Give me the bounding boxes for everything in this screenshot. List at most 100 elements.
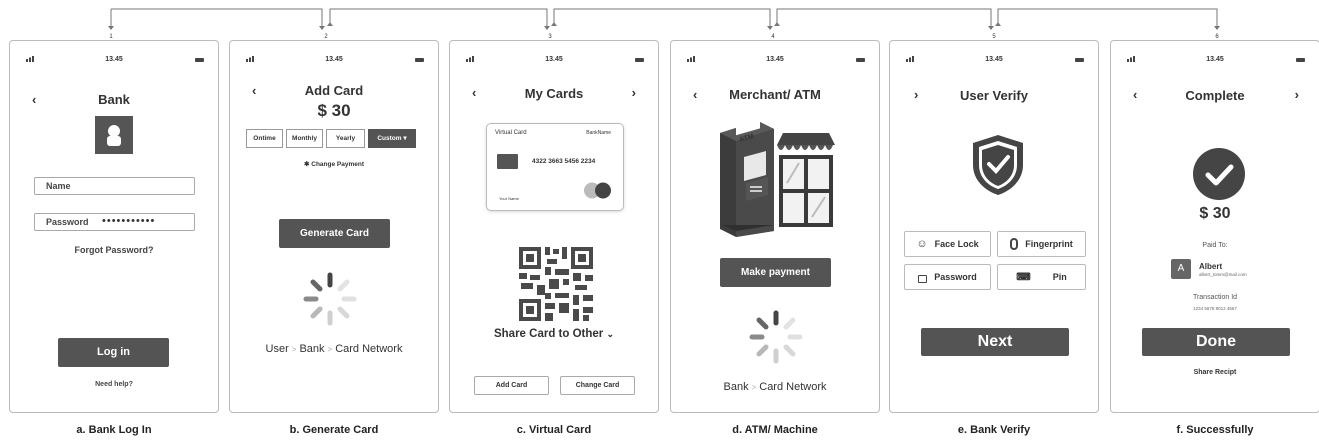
share-card-link[interactable]: Share Card to Other ⌄ [450,328,658,340]
option-yearly[interactable]: Yearly [326,129,365,148]
screen-title: Complete [1185,88,1245,103]
share-card-label: Share Card to Other [493,328,604,340]
status-time: 13.45 [325,56,343,63]
payee-email: albert_tomm@mail.com [1199,272,1247,277]
flow-step: Bank [299,343,325,355]
option-ontime[interactable]: Ontime [246,129,283,148]
name-label: Name [46,181,71,191]
pin-label: Pin [1052,272,1067,282]
flow-step: Card Network [759,381,827,393]
password-label: Password [46,217,89,227]
fingerprint-label: Fingerprint [1025,239,1073,249]
bank-name: BankName [586,130,611,136]
add-card-button[interactable]: Add Card [474,376,549,395]
login-button[interactable]: Log in [58,338,169,367]
status-bar: 13.45 [230,56,438,68]
change-payment-link[interactable]: ✱ Change Payment [230,160,438,168]
caption-a: a. Bank Log In [76,424,152,436]
qr-code-icon [519,247,593,321]
caption-b: b. Generate Card [289,424,379,436]
chevron-right-icon: > [751,383,757,392]
pin-pad-icon: ⌨ [1016,271,1031,283]
avatar: A [1171,259,1191,279]
status-bar: 13.45 [10,56,218,68]
battery-icon [1296,58,1305,62]
forward-icon[interactable]: › [632,85,636,100]
status-bar: 13.45 [450,56,658,68]
status-time: 13.45 [105,56,123,63]
shield-check-icon [973,135,1023,195]
screen-user-verify: 13.45 › User Verify ☺ Face Lock Fingerpr… [889,40,1099,413]
screen-title: Bank [98,92,130,107]
status-bar: 13.45 [671,56,879,68]
battery-icon [856,58,865,62]
change-payment-label: Change Payment [311,161,364,168]
screen-title: My Cards [524,86,584,101]
flow-step: Bank [723,381,749,393]
share-receipt-link[interactable]: Share Recipt [1111,369,1319,376]
screen-my-cards: 13.45 ‹ My Cards › Virtual Card BankName… [449,40,659,413]
screen-title: Add Card [304,83,364,98]
storefront-icon [777,133,835,227]
flow-step: User [265,343,289,355]
card-network-icon [584,182,611,199]
screen-title: Merchant/ ATM [729,87,821,102]
caption-f: f. Successfully [1176,424,1254,436]
loading-spinner-icon [749,310,803,364]
status-bar: 13.45 [890,56,1098,68]
make-payment-button[interactable]: Make payment [720,258,831,287]
screen-add-card: 13.45 ‹ Add Card $ 30 Ontime Monthly Yea… [229,40,439,413]
done-button[interactable]: Done [1142,328,1290,356]
card-label: Virtual Card [495,130,527,136]
amount: $ 30 [317,101,351,120]
screen-title: User Verify [960,88,1028,103]
name-field[interactable]: Name [34,177,195,195]
process-flow: User > Bank > Card Network [230,343,438,355]
option-monthly[interactable]: Monthly [286,129,323,148]
process-flow: Bank > Card Network [671,381,879,393]
step-connectors: 1 2 3 4 5 6 [108,8,1220,40]
need-help-link[interactable]: Need help? [10,381,218,388]
card-holder: Your Name [499,196,519,201]
status-bar: 13.45 [1111,56,1319,68]
lock-icon [918,275,928,283]
forgot-password-link[interactable]: Forgot Password? [10,245,218,255]
profile-avatar-icon [95,116,133,154]
transaction-id: 1234 5678 9012 4567 [1193,306,1237,311]
paid-to-label: Paid To: [1202,242,1228,249]
face-scan-icon: ☺ [916,238,928,250]
flow-step: Card Network [335,343,403,355]
caption-c: c. Virtual Card [516,424,592,436]
password-option-label: Password [934,272,977,282]
caption-e: e. Bank Verify [957,424,1031,436]
password-option[interactable]: Password [904,264,991,290]
amount: $ 30 [1199,205,1231,222]
loading-spinner-icon [303,272,357,326]
battery-icon [195,58,204,62]
battery-icon [415,58,424,62]
pin-option[interactable]: ⌨ Pin [997,264,1086,290]
password-value: ••••••••••• [102,215,156,227]
card-number: 4322 3663 5456 2234 [532,158,596,165]
face-lock-label: Face Lock [934,239,979,249]
status-time: 13.45 [985,56,1003,63]
fingerprint-option[interactable]: Fingerprint [997,231,1086,257]
fingerprint-icon [1010,238,1019,250]
chevron-right-icon: > [327,345,333,354]
chip-icon [497,154,518,169]
option-custom[interactable]: Custom ▾ [368,129,416,148]
status-time: 13.45 [1206,56,1224,63]
screen-bank-login: 13.45 ‹ Bank Name Password ••••••••••• F… [9,40,219,413]
screen-merchant-atm: 13.45 ‹ Merchant/ ATM ATM Make payment B… [670,40,880,413]
password-field[interactable]: Password ••••••••••• [34,213,195,231]
change-card-button[interactable]: Change Card [560,376,635,395]
generate-card-button[interactable]: Generate Card [279,219,390,248]
forward-icon[interactable]: › [1295,87,1299,102]
payee-name: Albert [1199,262,1223,271]
transaction-label: Transaction Id [1192,294,1238,301]
status-time: 13.45 [545,56,563,63]
face-lock-option[interactable]: ☺ Face Lock [904,231,991,257]
next-button[interactable]: Next [921,328,1069,356]
virtual-card[interactable]: Virtual Card BankName 4322 3663 5456 223… [486,123,624,211]
chevron-down-icon: ⌄ [606,329,615,339]
